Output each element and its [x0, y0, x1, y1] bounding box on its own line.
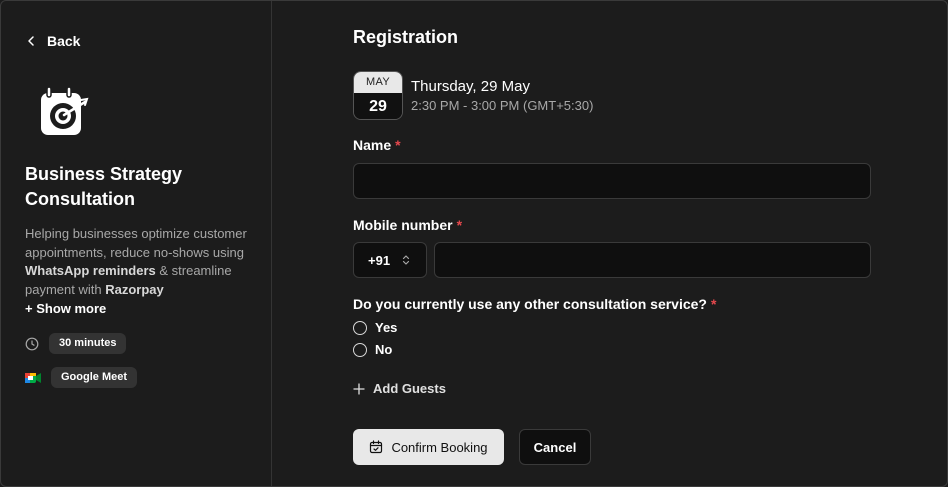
name-label: Name *	[353, 137, 401, 153]
clock-icon	[25, 337, 39, 350]
name-input[interactable]	[353, 163, 871, 199]
radio-button[interactable]	[353, 342, 367, 357]
radio-option-no[interactable]: No	[353, 342, 392, 357]
calendar-target-logo-icon	[41, 86, 89, 135]
google-meet-icon	[25, 372, 41, 383]
chevron-left-icon	[28, 36, 34, 46]
cancel-button[interactable]: Cancel	[519, 429, 591, 465]
cancel-label: Cancel	[533, 439, 577, 455]
country-code-value: +91	[368, 252, 391, 268]
selected-time: 2:30 PM - 3:00 PM (GMT+5:30)	[411, 98, 594, 113]
show-more-link[interactable]: + Show more	[25, 301, 106, 316]
question-text: Do you currently use any other consultat…	[353, 296, 707, 312]
event-title: Business Strategy Consultation	[25, 164, 183, 209]
event-sidebar: Back Business Strategy Consultation Help…	[1, 1, 272, 486]
date-calendar-badge: MAY 29	[353, 71, 403, 120]
back-label: Back	[47, 33, 81, 49]
confirm-label: Confirm Booking	[391, 439, 488, 455]
description-text: Helping businesses optimize customer app…	[25, 226, 247, 260]
description-highlight: Razorpay	[105, 281, 164, 297]
page-title: Registration	[353, 27, 459, 47]
radio-button[interactable]	[353, 320, 367, 335]
calendar-check-icon	[370, 440, 383, 454]
location-row: Google Meet	[25, 367, 138, 388]
confirm-booking-button[interactable]: Confirm Booking	[353, 429, 504, 465]
calendar-day: 29	[354, 93, 402, 119]
mobile-label: Mobile number *	[353, 217, 462, 233]
required-asterisk: *	[710, 296, 717, 312]
radio-label: No	[375, 342, 393, 357]
description-highlight: WhatsApp reminders	[25, 263, 156, 278]
radio-option-yes[interactable]: Yes	[353, 320, 397, 335]
radio-label: Yes	[375, 320, 398, 335]
required-asterisk: *	[456, 217, 463, 233]
country-code-select[interactable]: +91	[353, 242, 427, 278]
required-asterisk: *	[395, 137, 401, 153]
booking-window: Back Business Strategy Consultation Help…	[0, 0, 948, 487]
name-label-text: Name	[353, 137, 392, 153]
consultation-question-label: Do you currently use any other consultat…	[353, 296, 716, 312]
chevron-up-down-icon	[402, 255, 410, 265]
back-button[interactable]: Back	[25, 32, 80, 50]
add-guests-label: Add Guests	[373, 381, 446, 396]
calendar-month: MAY	[354, 72, 402, 93]
add-guests-button[interactable]: Add Guests	[353, 381, 446, 396]
duration-row: 30 minutes	[25, 333, 127, 354]
location-badge: Google Meet	[51, 367, 138, 388]
mobile-number-input[interactable]	[434, 242, 871, 278]
registration-form: Registration MAY 29 Thursday, 29 May 2:3…	[273, 1, 947, 486]
mobile-label-text: Mobile number	[353, 217, 453, 233]
duration-badge: 30 minutes	[49, 333, 127, 354]
event-description: Helping businesses optimize customer app…	[25, 225, 261, 299]
plus-icon	[353, 382, 365, 395]
selected-date: Thursday, 29 May	[411, 78, 530, 95]
